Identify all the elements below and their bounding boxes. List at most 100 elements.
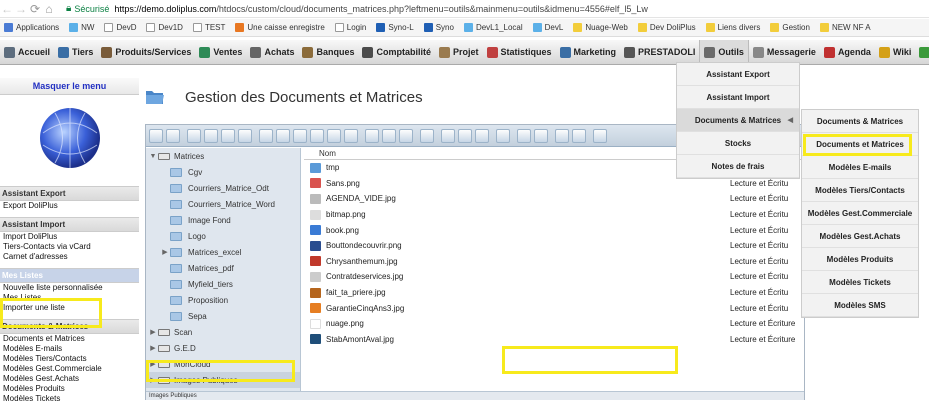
tree-arrow-icon[interactable]: ▼ bbox=[148, 153, 158, 160]
submenu-item[interactable]: Modèles E-mails bbox=[802, 156, 918, 179]
bookmark-item[interactable]: Dev DoliPlus bbox=[637, 23, 696, 32]
submenu-item[interactable]: Modèles SMS bbox=[802, 294, 918, 317]
sidebar-link[interactable]: Tiers-Contacts via vCard bbox=[0, 242, 139, 252]
toolbar-button[interactable] bbox=[534, 128, 548, 143]
file-row[interactable]: book.png Lecture et Écritu bbox=[304, 222, 804, 238]
toolbar-button[interactable] bbox=[572, 128, 586, 143]
file-row[interactable]: bitmap.png Lecture et Écritu bbox=[304, 207, 804, 223]
toolbar-button[interactable] bbox=[204, 128, 218, 143]
sidebar-link[interactable]: Modèles Tiers/Contacts bbox=[0, 354, 139, 364]
bookmark-item[interactable]: Applications bbox=[4, 23, 59, 32]
main-menu-item[interactable]: Messagerie bbox=[749, 40, 820, 64]
outils-menu-item[interactable]: Assistant Import bbox=[677, 86, 799, 109]
toolbar-button[interactable] bbox=[420, 128, 434, 143]
sidebar-section-title[interactable]: Assistant Import bbox=[0, 217, 139, 232]
tree-arrow-icon[interactable]: ▶ bbox=[148, 344, 158, 352]
tree-item[interactable]: ▶ Matrices_excel bbox=[146, 244, 300, 260]
sidebar-link[interactable]: Modèles Tickets bbox=[0, 394, 139, 402]
sidebar-link[interactable]: Modèles Gest.Achats bbox=[0, 374, 139, 384]
toolbar-button[interactable] bbox=[259, 128, 273, 143]
main-menu-item[interactable]: Ventes bbox=[195, 40, 246, 64]
toolbar-button[interactable] bbox=[517, 128, 531, 143]
tree-item[interactable]: ▶ Scan bbox=[146, 324, 300, 340]
submenu-item[interactable]: Modèles Tiers/Contacts bbox=[802, 179, 918, 202]
submenu-item[interactable]: Modèles Gest.Achats bbox=[802, 225, 918, 248]
tree-arrow-icon[interactable]: ▶ bbox=[148, 328, 158, 336]
toolbar-button[interactable] bbox=[293, 128, 307, 143]
tree-item[interactable]: Cgv bbox=[146, 164, 300, 180]
file-row[interactable]: nuage.png Lecture et Écriture bbox=[304, 316, 804, 332]
toolbar-button[interactable] bbox=[327, 128, 341, 143]
bookmark-item[interactable]: TEST bbox=[192, 23, 225, 32]
main-menu-item[interactable]: Statistiques bbox=[483, 40, 556, 64]
bookmark-item[interactable]: Une caisse enregistre bbox=[235, 23, 325, 32]
main-menu-item[interactable]: Wiki bbox=[875, 40, 915, 64]
main-menu-item[interactable]: Comptabilité bbox=[358, 40, 435, 64]
toolbar-button[interactable] bbox=[593, 128, 607, 143]
toolbar-button[interactable] bbox=[187, 128, 201, 143]
sidebar-link[interactable]: Export DoliPlus bbox=[0, 201, 139, 211]
toolbar-button[interactable] bbox=[399, 128, 413, 143]
sidebar-link[interactable]: Import DoliPlus bbox=[0, 232, 139, 242]
main-menu-item[interactable]: Ticket bbox=[915, 40, 929, 64]
toolbar-button[interactable] bbox=[221, 128, 235, 143]
bookmark-item[interactable]: Gestion bbox=[770, 23, 810, 32]
toolbar-button[interactable] bbox=[149, 128, 163, 143]
bookmark-item[interactable]: Nuage-Web bbox=[573, 23, 628, 32]
file-row[interactable]: fait_ta_priere.jpg Lecture et Écritu bbox=[304, 285, 804, 301]
tree-item[interactable]: Image Fond bbox=[146, 212, 300, 228]
file-row[interactable]: StabAmontAval.jpg Lecture et Écriture bbox=[304, 332, 804, 348]
toolbar-button[interactable] bbox=[344, 128, 358, 143]
file-row[interactable]: GarantieCinqAns3.jpg Lecture et Écritu bbox=[304, 300, 804, 316]
submenu-item[interactable]: Modèles Tickets bbox=[802, 271, 918, 294]
file-row[interactable]: AGENDA_VIDE.jpg Lecture et Écritu bbox=[304, 191, 804, 207]
tree-item[interactable]: Courriers_Matrice_Word bbox=[146, 196, 300, 212]
sidebar-link[interactable]: Documents et Matrices bbox=[0, 334, 139, 344]
tree-item[interactable]: Myfield_tiers bbox=[146, 276, 300, 292]
tree-item[interactable]: Matrices_pdf bbox=[146, 260, 300, 276]
toolbar-button[interactable] bbox=[276, 128, 290, 143]
main-menu-item[interactable]: Agenda bbox=[820, 40, 875, 64]
bookmark-item[interactable]: Syno bbox=[423, 23, 454, 32]
toolbar-button[interactable] bbox=[475, 128, 489, 143]
tree-item[interactable]: ▶ G.E.D bbox=[146, 340, 300, 356]
sidebar-link[interactable]: Modèles Produits bbox=[0, 384, 139, 394]
sidebar-link[interactable]: Modèles Gest.Commerciale bbox=[0, 364, 139, 374]
tree-item[interactable]: Logo bbox=[146, 228, 300, 244]
outils-menu-item[interactable]: ◀ Documents & Matrices bbox=[677, 109, 799, 132]
tree-item[interactable]: Proposition bbox=[146, 292, 300, 308]
toolbar-button[interactable] bbox=[310, 128, 324, 143]
reload-icon[interactable]: ⟳ bbox=[28, 0, 42, 18]
toolbar-button[interactable] bbox=[441, 128, 455, 143]
main-menu-item[interactable]: Accueil bbox=[0, 40, 54, 64]
bookmark-item[interactable]: Login bbox=[334, 23, 366, 32]
toolbar-button[interactable] bbox=[458, 128, 472, 143]
address-bar[interactable]: https://demo.doliplus.com/htdocs/custom/… bbox=[114, 4, 648, 14]
sidebar-section-title[interactable]: Assistant Export bbox=[0, 186, 139, 201]
sidebar-section-title[interactable]: Mes Listes bbox=[0, 268, 139, 283]
tree-item[interactable]: ▼ Matrices bbox=[146, 148, 300, 164]
bookmark-item[interactable]: NEW NF A bbox=[819, 23, 871, 32]
submenu-item[interactable]: Modèles Gest.Commerciale bbox=[802, 202, 918, 225]
tree-item[interactable]: Sepa bbox=[146, 308, 300, 324]
tree-item[interactable]: Courriers_Matrice_Odt bbox=[146, 180, 300, 196]
bookmark-item[interactable]: Syno-L bbox=[376, 23, 414, 32]
hide-menu-link[interactable]: Masquer le menu bbox=[0, 78, 139, 95]
outils-menu-item[interactable]: Assistant Export bbox=[677, 63, 799, 86]
back-icon[interactable]: ← bbox=[0, 0, 14, 18]
main-menu-item[interactable]: Tiers bbox=[54, 40, 97, 64]
bookmark-item[interactable]: NW bbox=[69, 23, 94, 32]
main-menu-item[interactable]: Marketing bbox=[556, 40, 621, 64]
submenu-item[interactable]: Documents & Matrices bbox=[802, 110, 918, 133]
toolbar-button[interactable] bbox=[382, 128, 396, 143]
tree-arrow-icon[interactable]: ▶ bbox=[160, 248, 170, 256]
bookmark-item[interactable]: Dev1D bbox=[146, 23, 183, 32]
bookmark-item[interactable]: DevL1_Local bbox=[463, 23, 523, 32]
forward-icon[interactable]: → bbox=[14, 0, 28, 18]
outils-menu-item[interactable]: Notes de frais bbox=[677, 155, 799, 178]
main-menu-item[interactable]: Projet bbox=[435, 40, 483, 64]
sidebar-link[interactable]: Carnet d'adresses bbox=[0, 252, 139, 262]
bookmark-item[interactable]: DevD bbox=[104, 23, 136, 32]
outils-menu-item[interactable]: Stocks bbox=[677, 132, 799, 155]
toolbar-button[interactable] bbox=[166, 128, 180, 143]
